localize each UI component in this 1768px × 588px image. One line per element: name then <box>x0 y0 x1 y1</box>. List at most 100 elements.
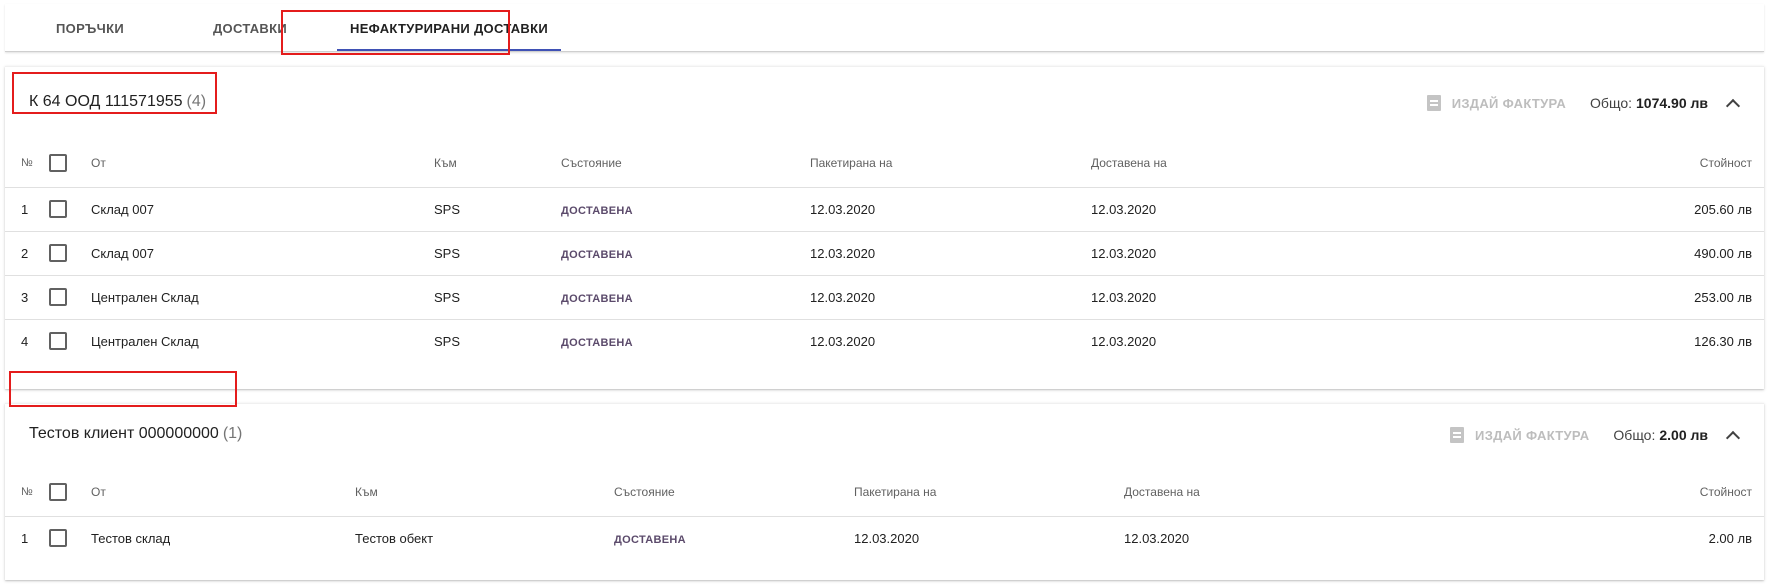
delivery-count: (4) <box>186 93 207 110</box>
tab-orders[interactable]: ПОРЪЧКИ <box>35 4 145 52</box>
row-to: Тестов обект <box>355 530 434 546</box>
row-status: ДОСТАВЕНА <box>614 516 854 560</box>
tab-label: ДОСТАВКИ <box>212 20 287 36</box>
tab-label: ПОРЪЧКИ <box>56 20 124 36</box>
client-group-panel: К 64 ООД 111571955 (4) ИЗДАЙ ФАКТУРА Общо… <box>5 66 1764 389</box>
client-title: Тестов клиент 000000000 (1) <box>29 425 242 443</box>
select-all-cell <box>49 139 91 188</box>
deliveries-table: № От Към Състояние Пакетирана на Доставе… <box>5 468 1764 560</box>
panel-header[interactable]: Тестов клиент 000000000 (1) ИЗДАЙ ФАКТУРА… <box>5 404 1764 468</box>
row-packed-on: 12.03.2020 <box>810 187 1091 232</box>
row-packed-on: 12.03.2020 <box>810 333 876 349</box>
issue-invoice-button[interactable]: ИЗДАЙ ФАКТУРА <box>1426 95 1567 111</box>
row-status: ДОСТАВЕНА <box>561 275 810 320</box>
total-label: Общо: <box>1613 427 1656 443</box>
row-packed-on: 12.03.2020 <box>810 275 1091 320</box>
tab-label: НЕФАКТУРИРАНИ ДОСТАВКИ <box>350 20 548 36</box>
total-amount: 2.00 лв <box>1659 427 1708 443</box>
row-delivered-on: 12.03.2020 <box>1091 275 1484 320</box>
row-checkbox[interactable] <box>49 244 67 262</box>
row-status: ДОСТАВЕНА <box>561 187 810 232</box>
row-select-cell <box>49 187 91 232</box>
column-header-from: От <box>91 468 355 517</box>
row-number: 2 <box>5 231 49 276</box>
select-all-checkbox[interactable] <box>49 153 67 172</box>
client-title: К 64 ООД 111571955 (4) <box>29 93 206 111</box>
total-amount: 1074.90 лв <box>1636 95 1708 111</box>
column-header-from: От <box>91 139 434 188</box>
issue-invoice-label: ИЗДАЙ ФАКТУРА <box>1451 95 1567 111</box>
row-delivered-on: 12.03.2020 <box>1124 530 1190 546</box>
status-label: ДОСТАВЕНА <box>561 248 633 261</box>
tab-deliveries[interactable]: ДОСТАВКИ <box>190 4 310 52</box>
row-delivered-on: 12.03.2020 <box>1091 187 1484 232</box>
row-status: ДОСТАВЕНА <box>561 231 810 276</box>
tab-bar: ПОРЪЧКИ ДОСТАВКИ НЕФАКТУРИРАНИ ДОСТАВКИ <box>5 4 1764 52</box>
row-checkbox[interactable] <box>49 529 67 548</box>
row-checkbox[interactable] <box>49 332 67 351</box>
row-delivered-on: 12.03.2020 <box>1091 231 1484 276</box>
row-value: 490.00 лв <box>1484 231 1764 276</box>
total-label: Общо: <box>1590 95 1632 111</box>
row-to: SPS <box>434 187 561 232</box>
deliveries-table: № От Към Състояние Пакетирана на Доставе… <box>5 139 1764 363</box>
row-from: Централен Склад <box>91 333 199 349</box>
row-delivered-on: 12.03.2020 <box>1091 333 1157 349</box>
total: Общо: 2.00 лв <box>1613 427 1708 443</box>
column-header-number: № <box>5 468 49 517</box>
document-icon <box>1426 95 1441 111</box>
status-label: ДОСТАВЕНА <box>561 204 633 217</box>
row-number: 4 <box>21 333 29 349</box>
row-checkbox[interactable] <box>49 200 67 218</box>
row-to: SPS <box>434 275 561 320</box>
total: Общо: 1074.90 лв <box>1590 95 1708 111</box>
chevron-up-icon[interactable] <box>1725 98 1741 113</box>
row-from: Склад 007 <box>91 187 434 232</box>
delivery-count: (1) <box>222 425 243 442</box>
column-header-packed-on: Пакетирана на <box>810 139 1091 188</box>
panel-header[interactable]: К 64 ООД 111571955 (4) ИЗДАЙ ФАКТУРА Общо… <box>5 67 1764 139</box>
client-group-panel: Тестов клиент 000000000 (1) ИЗДАЙ ФАКТУРА… <box>5 403 1764 580</box>
column-header-status: Състояние <box>614 468 854 517</box>
row-packed-on: 12.03.2020 <box>854 530 920 546</box>
issue-invoice-label: ИЗДАЙ ФАКТУРА <box>1475 427 1590 443</box>
table-header-row: № От Към Състояние Пакетирана на Доставе… <box>5 468 1764 517</box>
status-label: ДОСТАВЕНА <box>561 292 633 305</box>
chevron-up-icon[interactable] <box>1725 430 1741 445</box>
document-icon <box>1450 427 1465 443</box>
row-select-cell <box>49 231 91 276</box>
table-row[interactable]: 4 Централен Склад SPS ДОСТАВЕНА 12.03.20… <box>5 319 1764 363</box>
row-value: 205.60 лв <box>1484 187 1764 232</box>
table-row[interactable]: 1 Тестов склад Тестов обект ДОСТАВЕНА 12… <box>5 516 1764 560</box>
row-select-cell <box>49 275 91 320</box>
client-name: Тестов клиент 000000000 <box>29 425 219 442</box>
row-to: SPS <box>434 333 461 349</box>
row-status: ДОСТАВЕНА <box>561 319 810 363</box>
row-number: 3 <box>5 275 49 320</box>
row-from: Склад 007 <box>91 231 434 276</box>
table-row[interactable]: 2 Склад 007 SPS ДОСТАВЕНА 12.03.2020 12.… <box>5 231 1764 276</box>
row-value: 126.30 лв <box>1694 333 1752 349</box>
row-checkbox[interactable] <box>49 288 67 306</box>
row-to: SPS <box>434 231 561 276</box>
column-header-value: Стойност <box>1484 139 1764 188</box>
status-label: ДОСТАВЕНА <box>614 533 686 546</box>
tab-uninvoiced-deliveries[interactable]: НЕФАКТУРИРАНИ ДОСТАВКИ <box>329 4 569 52</box>
select-all-checkbox[interactable] <box>49 482 67 501</box>
row-from: Тестов склад <box>91 530 171 546</box>
row-number: 1 <box>21 530 29 546</box>
table-row[interactable]: 1 Склад 007 SPS ДОСТАВЕНА 12.03.2020 12.… <box>5 187 1764 232</box>
row-from: Централен Склад <box>91 275 434 320</box>
row-value: 2.00 лв <box>1708 530 1752 546</box>
row-select-cell <box>49 516 91 560</box>
column-header-packed-on: Пакетирана на <box>854 468 1124 517</box>
table-row[interactable]: 3 Централен Склад SPS ДОСТАВЕНА 12.03.20… <box>5 275 1764 320</box>
issue-invoice-button[interactable]: ИЗДАЙ ФАКТУРА <box>1450 427 1589 443</box>
row-packed-on: 12.03.2020 <box>810 231 1091 276</box>
column-header-delivered-on: Доставена на <box>1091 139 1484 188</box>
column-header-value: Стойност <box>1514 468 1764 517</box>
column-header-to: Към <box>434 139 561 188</box>
status-label: ДОСТАВЕНА <box>561 336 633 349</box>
column-header-delivered-on: Доставена на <box>1124 468 1514 517</box>
row-number: 1 <box>5 187 49 232</box>
